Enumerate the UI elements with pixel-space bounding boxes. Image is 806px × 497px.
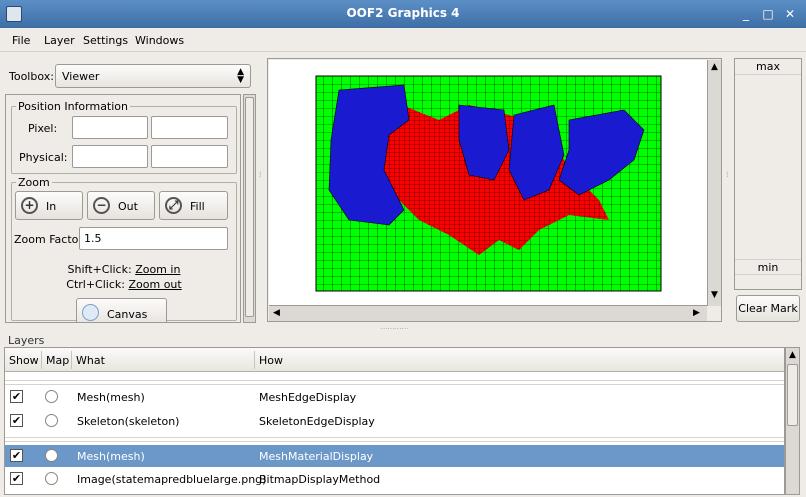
zoom-out-icon: − xyxy=(93,197,110,214)
toolbox-selected-value: Viewer xyxy=(62,70,100,83)
close-icon[interactable]: ✕ xyxy=(782,6,798,22)
graphics-canvas-frame: ▲ ▼ ◀ ▶ xyxy=(267,58,722,322)
zoom-in-link[interactable]: Zoom in xyxy=(135,263,180,276)
canvas-scroll-left-icon[interactable]: ◀ xyxy=(273,308,280,318)
layer-row[interactable]: ✔ Mesh(mesh) MeshEdgeDisplay xyxy=(5,386,784,408)
layers-scrollbar[interactable]: ▲ xyxy=(785,347,800,495)
layer-how: BitmapDisplayMethod xyxy=(259,473,381,486)
pane-grip-right[interactable]: ⁞ xyxy=(726,170,728,179)
colormap-min-label: min xyxy=(735,259,801,275)
minimize-icon[interactable]: _ xyxy=(738,6,754,22)
show-checkbox[interactable]: ✔ xyxy=(10,390,23,403)
menu-settings[interactable]: Settings xyxy=(83,34,128,47)
colormap-max-label: max xyxy=(735,59,801,75)
layers-table: Show Map What How ✔ Mesh(mesh) MeshEdgeD… xyxy=(4,347,785,495)
title-bar: OOF2 Graphics 4 _ □ ✕ xyxy=(0,0,806,28)
layers-header: Show Map What How xyxy=(5,348,784,372)
canvas-scroll-down-icon[interactable]: ▼ xyxy=(711,290,718,300)
map-radio[interactable] xyxy=(45,472,58,485)
menu-layer[interactable]: Layer xyxy=(44,34,75,47)
layer-how: MeshEdgeDisplay xyxy=(259,391,357,404)
col-map[interactable]: Map xyxy=(46,354,69,367)
info-bulb-icon xyxy=(82,304,99,321)
pane-grip-left[interactable]: ⁞ xyxy=(259,170,261,179)
clear-mark-button[interactable]: Clear Mark xyxy=(736,295,800,322)
show-checkbox[interactable]: ✔ xyxy=(10,449,23,462)
layers-title: Layers xyxy=(8,334,45,347)
col-how[interactable]: How xyxy=(259,354,283,367)
colormap-box: max min xyxy=(734,58,802,290)
canvas-scroll-right-icon[interactable]: ▶ xyxy=(693,308,700,318)
toolbox-scroll-area: Position Information Pixel: Physical: Zo… xyxy=(5,94,241,323)
canvas-info-label: Canvas Info xyxy=(107,308,148,322)
mesh-image xyxy=(315,75,662,292)
layers-scroll-thumb[interactable] xyxy=(787,364,798,426)
pixel-x-field[interactable] xyxy=(72,116,148,139)
colormap-panel: max min Clear Mark xyxy=(734,58,802,322)
menu-file[interactable]: File xyxy=(12,34,30,47)
layer-how: MeshMaterialDisplay xyxy=(259,450,374,463)
layer-what: Image(statemapredbluelarge.png) xyxy=(77,473,267,486)
canvas-hscroll[interactable]: ◀ ▶ xyxy=(269,305,707,321)
toolbox-scrollbar[interactable] xyxy=(243,94,256,323)
zoom-in-icon: + xyxy=(21,197,38,214)
position-info-legend: Position Information xyxy=(18,100,128,113)
zoom-fill-button[interactable]: ⤢ Fill xyxy=(159,191,228,220)
zoom-out-button[interactable]: − Out xyxy=(87,191,155,220)
layer-row[interactable]: ✔ Image(statemapredbluelarge.png) Bitmap… xyxy=(5,468,784,490)
physical-label: Physical: xyxy=(19,151,68,164)
combo-arrows-icon: ▲ ▼ xyxy=(237,67,244,85)
map-radio[interactable] xyxy=(45,449,58,462)
zoom-hint-2: Ctrl+Click: Zoom out xyxy=(6,278,240,291)
zoom-fill-label: Fill xyxy=(190,200,205,213)
physical-x-field[interactable] xyxy=(72,145,148,168)
zoom-in-button[interactable]: + In xyxy=(15,191,83,220)
pixel-label: Pixel: xyxy=(28,122,58,135)
zoom-factor-field[interactable]: 1.5 xyxy=(79,227,228,250)
toolbox-panel: Toolbox: Viewer ▲ ▼ Position Information … xyxy=(5,58,256,323)
physical-y-field[interactable] xyxy=(151,145,228,168)
zoom-in-label: In xyxy=(46,200,57,213)
canvas-info-button[interactable]: Canvas Info xyxy=(76,298,167,322)
layer-what: Mesh(mesh) xyxy=(77,450,145,463)
layers-scroll-up-icon[interactable]: ▲ xyxy=(789,350,796,360)
show-checkbox[interactable]: ✔ xyxy=(10,414,23,427)
layer-what: Mesh(mesh) xyxy=(77,391,145,404)
toolbox-select[interactable]: Viewer ▲ ▼ xyxy=(55,64,251,88)
zoom-hint-1: Shift+Click: Zoom in xyxy=(6,263,240,276)
zoom-legend: Zoom xyxy=(18,176,50,189)
zoom-factor-label: Zoom Factor: xyxy=(14,233,87,246)
menu-bar: File Layer Settings Windows xyxy=(0,28,806,52)
map-radio[interactable] xyxy=(45,414,58,427)
layer-divider xyxy=(5,437,784,442)
window-title: OOF2 Graphics 4 xyxy=(346,6,460,20)
menu-windows[interactable]: Windows xyxy=(135,34,184,47)
layer-what: Skeleton(skeleton) xyxy=(77,415,180,428)
show-checkbox[interactable]: ✔ xyxy=(10,472,23,485)
graphics-canvas[interactable] xyxy=(269,60,707,305)
layer-row[interactable]: ✔ Mesh(mesh) MeshMaterialDisplay xyxy=(5,445,784,467)
layer-how: SkeletonEdgeDisplay xyxy=(259,415,375,428)
zoom-hint-2-prefix: Ctrl+Click: xyxy=(66,278,125,291)
zoom-fill-icon: ⤢ xyxy=(165,197,182,214)
zoom-out-link[interactable]: Zoom out xyxy=(128,278,181,291)
zoom-out-label: Out xyxy=(118,200,138,213)
maximize-icon[interactable]: □ xyxy=(760,6,776,22)
map-radio[interactable] xyxy=(45,390,58,403)
toolbox-scroll-thumb[interactable] xyxy=(245,97,254,317)
canvas-vscroll[interactable]: ▲ ▼ xyxy=(707,60,721,306)
layer-divider xyxy=(5,380,784,385)
zoom-hint-1-prefix: Shift+Click: xyxy=(67,263,132,276)
pane-grip-bottom[interactable]: ⋯⋯⋯⋯ xyxy=(380,324,409,333)
canvas-scroll-up-icon[interactable]: ▲ xyxy=(711,62,718,72)
pixel-y-field[interactable] xyxy=(151,116,228,139)
col-show[interactable]: Show xyxy=(9,354,39,367)
toolbox-label: Toolbox: xyxy=(9,70,54,83)
layer-row[interactable]: ✔ Skeleton(skeleton) SkeletonEdgeDisplay xyxy=(5,410,784,432)
col-what[interactable]: What xyxy=(76,354,105,367)
